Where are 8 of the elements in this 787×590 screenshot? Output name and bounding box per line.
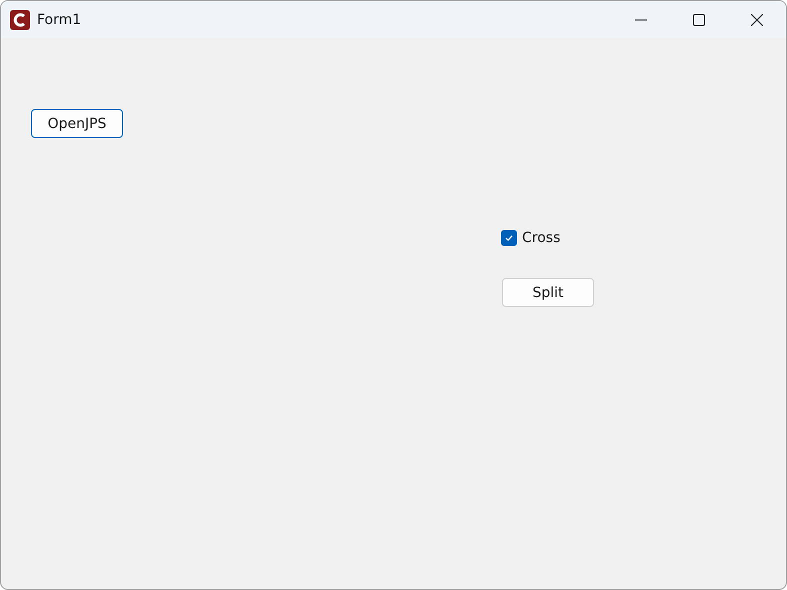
app-icon (10, 10, 30, 30)
cross-checkbox[interactable]: Cross (501, 230, 560, 246)
split-button[interactable]: Split (502, 278, 594, 307)
open-button[interactable]: OpenJPS (31, 109, 123, 138)
window-title: Form1 (37, 12, 82, 28)
maximize-icon (693, 14, 705, 26)
close-icon (751, 14, 763, 26)
check-icon (504, 233, 514, 243)
